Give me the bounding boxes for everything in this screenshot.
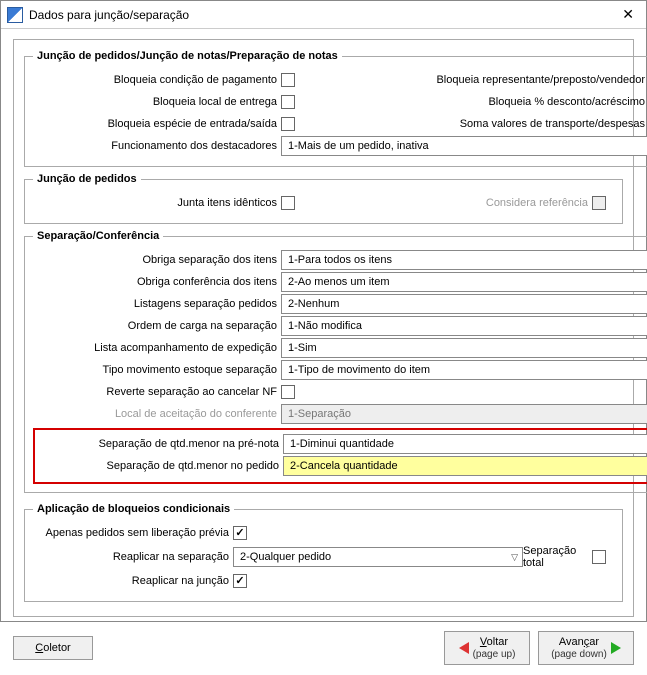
lbl-bloq-local: Bloqueia local de entrega xyxy=(33,96,281,108)
sel-sep-prenota[interactable]: 1-Diminui quantidade ▽ xyxy=(283,434,647,454)
chk-reaplicar-juncao[interactable] xyxy=(233,574,247,588)
sel-tipo-mov-value: 1-Tipo de movimento do item xyxy=(288,364,430,376)
chk-bloq-especie[interactable] xyxy=(281,117,295,131)
sel-reaplicar-sep[interactable]: 2-Qualquer pedido ▽ xyxy=(233,547,523,567)
highlight-box: Separação de qtd.menor na pré-nota 1-Dim… xyxy=(33,428,647,484)
chk-sep-total[interactable] xyxy=(592,550,606,564)
lbl-reaplicar-sep: Reaplicar na separação xyxy=(33,551,233,563)
window-title: Dados para junção/separação xyxy=(29,8,189,22)
lbl-local-aceitacao: Local de aceitação do conferente xyxy=(33,408,281,420)
chk-apenas-pedidos[interactable] xyxy=(233,526,247,540)
lbl-junta-itens: Junta itens idênticos xyxy=(33,197,281,209)
lbl-bloq-representante: Bloqueia representante/preposto/vendedor xyxy=(436,74,645,86)
lbl-obriga-conf: Obriga conferência dos itens xyxy=(33,276,281,288)
sel-sep-prenota-value: 1-Diminui quantidade xyxy=(290,438,394,450)
group2-legend: Junção de pedidos xyxy=(33,173,141,185)
sel-obriga-sep[interactable]: 1-Para todos os itens ▽ xyxy=(281,250,647,270)
sel-obriga-conf-value: 2-Ao menos um item xyxy=(288,276,389,288)
sel-func-destacadores-value: 1-Mais de um pedido, inativa xyxy=(288,140,429,152)
sel-lista-acomp-value: 1-Sim xyxy=(288,342,317,354)
avancar-label2: ar xyxy=(589,636,599,648)
avancar-label1: Avan xyxy=(559,636,584,648)
lbl-listagens: Listagens separação pedidos xyxy=(33,298,281,310)
sel-listagens-value: 2-Nenhum xyxy=(288,298,339,310)
coletor-label: oletor xyxy=(43,642,71,654)
lbl-bloq-especie: Bloqueia espécie de entrada/saída xyxy=(33,118,281,130)
sel-sep-pedido-value: 2-Cancela quantidade xyxy=(290,460,398,472)
group-juncao-notas: Junção de pedidos/Junção de notas/Prepar… xyxy=(24,50,647,167)
arrow-right-icon xyxy=(611,642,621,654)
group-separacao-conferencia: Separação/Conferência Obriga separação d… xyxy=(24,230,647,493)
group3-legend: Separação/Conferência xyxy=(33,230,163,242)
avancar-button[interactable]: Avançar (page down) xyxy=(538,631,634,665)
close-button[interactable]: ✕ xyxy=(616,4,640,25)
coletor-button[interactable]: Coletor xyxy=(13,636,93,660)
sel-func-destacadores[interactable]: 1-Mais de um pedido, inativa ▽ xyxy=(281,136,647,156)
lbl-func-destacadores: Funcionamento dos destacadores xyxy=(33,140,281,152)
avancar-sub: (page down) xyxy=(551,649,607,660)
lbl-soma-transporte: Soma valores de transporte/despesas xyxy=(460,118,645,130)
voltar-sub: (page up) xyxy=(473,649,516,660)
app-icon xyxy=(7,7,23,23)
lbl-bloq-desconto: Bloqueia % desconto/acréscimo xyxy=(488,96,645,108)
lbl-reverte-sep: Reverte separação ao cancelar NF xyxy=(33,386,281,398)
lbl-apenas-pedidos: Apenas pedidos sem liberação prévia xyxy=(33,527,233,539)
group-bloqueios-condicionais: Aplicação de bloqueios condicionais Apen… xyxy=(24,503,623,602)
lbl-bloq-condicao: Bloqueia condição de pagamento xyxy=(33,74,281,86)
lbl-tipo-mov: Tipo movimento estoque separação xyxy=(33,364,281,376)
chevron-down-icon: ▽ xyxy=(511,552,518,563)
chk-junta-itens[interactable] xyxy=(281,196,295,210)
lbl-obriga-sep: Obriga separação dos itens xyxy=(33,254,281,266)
sel-listagens[interactable]: 2-Nenhum ▽ xyxy=(281,294,647,314)
chk-considera-ref xyxy=(592,196,606,210)
voltar-accel: V xyxy=(480,636,487,648)
chk-bloq-local[interactable] xyxy=(281,95,295,109)
group4-legend: Aplicação de bloqueios condicionais xyxy=(33,503,234,515)
sel-obriga-sep-value: 1-Para todos os itens xyxy=(288,254,392,266)
sel-reaplicar-sep-value: 2-Qualquer pedido xyxy=(240,551,331,563)
sel-ordem-carga[interactable]: 1-Não modifica ▽ xyxy=(281,316,647,336)
voltar-label: oltar xyxy=(487,636,508,648)
sel-tipo-mov[interactable]: 1-Tipo de movimento do item ▽ xyxy=(281,360,647,380)
lbl-sep-prenota: Separação de qtd.menor na pré-nota xyxy=(39,438,283,450)
sel-sep-pedido[interactable]: 2-Cancela quantidade ▽ xyxy=(283,456,647,476)
sel-obriga-conf[interactable]: 2-Ao menos um item ▽ xyxy=(281,272,647,292)
group1-legend: Junção de pedidos/Junção de notas/Prepar… xyxy=(33,50,342,62)
sel-local-aceitacao-value: 1-Separação xyxy=(288,408,351,420)
sel-lista-acomp[interactable]: 1-Sim ▽ xyxy=(281,338,647,358)
sel-local-aceitacao: 1-Separação ▽ xyxy=(281,404,647,424)
voltar-button[interactable]: Voltar (page up) xyxy=(444,631,530,665)
chk-bloq-condicao[interactable] xyxy=(281,73,295,87)
coletor-accel: C xyxy=(35,642,43,654)
lbl-reaplicar-juncao: Reaplicar na junção xyxy=(33,575,233,587)
lbl-ordem-carga: Ordem de carga na separação xyxy=(33,320,281,332)
lbl-lista-acomp: Lista acompanhamento de expedição xyxy=(33,342,281,354)
sel-ordem-carga-value: 1-Não modifica xyxy=(288,320,362,332)
group-juncao-pedidos: Junção de pedidos Junta itens idênticos … xyxy=(24,173,623,224)
arrow-left-icon xyxy=(459,642,469,654)
lbl-sep-pedido: Separação de qtd.menor no pedido xyxy=(39,460,283,472)
lbl-sep-total: Separação total xyxy=(523,545,588,569)
lbl-considera-ref: Considera referência xyxy=(486,197,588,209)
chk-reverte-sep[interactable] xyxy=(281,385,295,399)
